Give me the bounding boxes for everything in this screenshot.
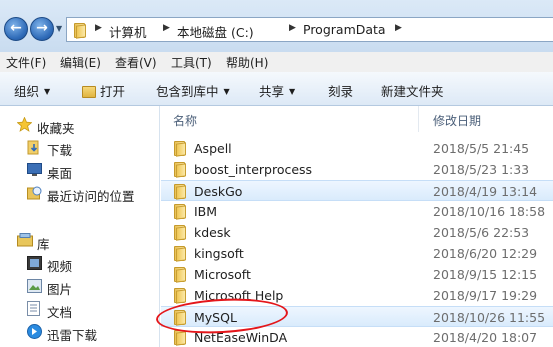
file-date: 2018/6/20 12:29 bbox=[433, 246, 538, 261]
nav-favorites[interactable]: 收藏夹 bbox=[37, 118, 75, 137]
breadcrumb-drive-c[interactable]: 本地磁盘 (C:) bbox=[177, 22, 254, 41]
downloads-folder-icon bbox=[27, 140, 39, 155]
nav-recent[interactable]: 最近访问的位置 bbox=[47, 186, 135, 205]
videos-icon bbox=[27, 256, 42, 270]
breadcrumb-separator-icon[interactable]: ▶ bbox=[395, 23, 402, 33]
menu-edit[interactable]: 编辑(E) bbox=[60, 54, 101, 71]
nav-desktop[interactable]: 桌面 bbox=[47, 163, 72, 182]
pictures-icon bbox=[27, 279, 42, 293]
folder-icon bbox=[173, 184, 187, 200]
star-icon bbox=[17, 117, 32, 132]
recent-places-icon bbox=[27, 186, 42, 200]
file-row[interactable]: DeskGo 2018/4/19 13:14 bbox=[161, 180, 553, 201]
folder-icon bbox=[173, 204, 187, 220]
dropdown-arrow-icon: ▼ bbox=[223, 87, 230, 96]
nav-libraries[interactable]: 库 bbox=[37, 234, 50, 253]
column-header-modified[interactable]: 修改日期 bbox=[433, 112, 481, 129]
nav-downloads[interactable]: 下载 bbox=[47, 140, 72, 159]
nav-xunlei[interactable]: 迅雷下载 bbox=[47, 325, 97, 344]
address-bar-region: ← → ▼ ▶ 计算机 ▶ 本地磁盘 (C:) ▶ ProgramData ▶ bbox=[0, 0, 553, 52]
column-separator[interactable] bbox=[418, 106, 419, 132]
breadcrumb-computer[interactable]: 计算机 bbox=[109, 22, 147, 41]
column-header-name[interactable]: 名称 bbox=[173, 112, 197, 129]
folder-icon bbox=[173, 288, 187, 304]
command-bar: 组织 ▼ 打开 包含到库中 ▼ 共享 ▼ 刻录 新建文件夹 bbox=[0, 72, 553, 106]
open-icon bbox=[82, 86, 96, 98]
share-button[interactable]: 共享 ▼ bbox=[259, 81, 295, 100]
navigation-pane: 收藏夹 下载 桌面 最近访问的位置 库 视频 图片 文档 迅雷下载 bbox=[0, 106, 160, 347]
back-button[interactable]: ← bbox=[4, 17, 28, 41]
folder-icon bbox=[173, 162, 187, 178]
file-name: kdesk bbox=[194, 225, 231, 240]
organize-button[interactable]: 组织 ▼ bbox=[14, 81, 50, 100]
nav-pictures[interactable]: 图片 bbox=[47, 279, 72, 298]
file-date: 2018/4/19 13:14 bbox=[433, 184, 538, 199]
breadcrumb-separator-icon[interactable]: ▶ bbox=[163, 23, 170, 33]
file-date: 2018/10/26 11:55 bbox=[433, 310, 546, 325]
file-row[interactable]: Aspell 2018/5/5 21:45 bbox=[161, 138, 553, 159]
desktop-icon bbox=[27, 163, 42, 176]
recent-pages-dropdown-icon[interactable]: ▼ bbox=[56, 24, 62, 33]
file-row[interactable]: kingsoft 2018/6/20 12:29 bbox=[161, 243, 553, 264]
open-button[interactable]: 打开 bbox=[82, 81, 125, 100]
file-name: DeskGo bbox=[194, 184, 243, 199]
menu-view[interactable]: 查看(V) bbox=[115, 54, 157, 71]
new-folder-button[interactable]: 新建文件夹 bbox=[381, 81, 444, 100]
breadcrumb-programdata[interactable]: ProgramData bbox=[303, 22, 386, 37]
file-name: IBM bbox=[194, 204, 218, 219]
folder-icon bbox=[173, 246, 187, 262]
address-bar[interactable]: ▶ 计算机 ▶ 本地磁盘 (C:) ▶ ProgramData ▶ bbox=[66, 17, 553, 42]
file-date: 2018/10/16 18:58 bbox=[433, 204, 546, 219]
forward-button[interactable]: → bbox=[30, 17, 54, 41]
folder-icon bbox=[173, 141, 187, 157]
xunlei-download-icon bbox=[27, 324, 42, 339]
file-date: 2018/9/17 19:29 bbox=[433, 288, 538, 303]
folder-icon bbox=[173, 330, 187, 346]
file-date: 2018/4/20 18:07 bbox=[433, 330, 538, 345]
menu-bar: 文件(F) 编辑(E) 查看(V) 工具(T) 帮助(H) bbox=[0, 52, 553, 72]
dropdown-arrow-icon: ▼ bbox=[289, 87, 296, 96]
nav-documents[interactable]: 文档 bbox=[47, 302, 72, 321]
folder-icon bbox=[73, 23, 87, 39]
file-row[interactable]: IBM 2018/10/16 18:58 bbox=[161, 201, 553, 222]
file-row[interactable]: boost_interprocess 2018/5/23 1:33 bbox=[161, 159, 553, 180]
file-name: boost_interprocess bbox=[194, 162, 313, 177]
breadcrumb-separator-icon[interactable]: ▶ bbox=[289, 23, 296, 33]
file-date: 2018/5/6 22:53 bbox=[433, 225, 530, 240]
menu-file[interactable]: 文件(F) bbox=[6, 54, 46, 71]
file-name: kingsoft bbox=[194, 246, 244, 261]
documents-icon bbox=[27, 301, 40, 316]
file-row[interactable]: Microsoft 2018/9/15 12:15 bbox=[161, 264, 553, 285]
file-name: Aspell bbox=[194, 141, 232, 156]
file-row[interactable]: kdesk 2018/5/6 22:53 bbox=[161, 222, 553, 243]
dropdown-arrow-icon: ▼ bbox=[44, 87, 51, 96]
menu-tools[interactable]: 工具(T) bbox=[171, 54, 212, 71]
file-date: 2018/5/5 21:45 bbox=[433, 141, 530, 156]
breadcrumb-separator-icon[interactable]: ▶ bbox=[95, 23, 102, 33]
file-name: Microsoft bbox=[194, 267, 251, 282]
library-icon bbox=[17, 233, 33, 247]
menu-help[interactable]: 帮助(H) bbox=[226, 54, 268, 71]
burn-button[interactable]: 刻录 bbox=[328, 81, 353, 100]
folder-icon bbox=[173, 225, 187, 241]
file-date: 2018/5/23 1:33 bbox=[433, 162, 530, 177]
include-in-library-button[interactable]: 包含到库中 ▼ bbox=[156, 81, 230, 100]
file-date: 2018/9/15 12:15 bbox=[433, 267, 538, 282]
nav-videos[interactable]: 视频 bbox=[47, 256, 72, 275]
folder-icon bbox=[173, 267, 187, 283]
